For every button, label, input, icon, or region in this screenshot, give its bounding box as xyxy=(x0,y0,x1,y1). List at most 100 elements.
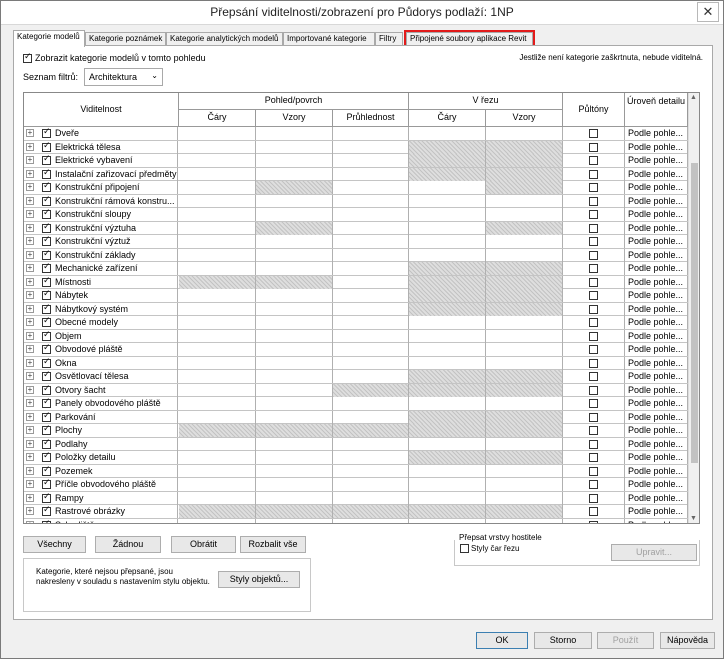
expand-plus-icon[interactable]: + xyxy=(26,196,34,205)
halftone-checkbox[interactable] xyxy=(589,345,598,354)
table-row[interactable]: + Pozemek Podle pohle... xyxy=(24,464,699,478)
override-cell[interactable] xyxy=(486,235,563,248)
table-row[interactable]: + Mechanické zařízení Podle pohle... xyxy=(24,262,699,276)
override-cell[interactable] xyxy=(409,194,486,208)
scroll-up-icon[interactable]: ▲ xyxy=(690,94,697,101)
table-row[interactable]: + Konstrukční sloupy Podle pohle... xyxy=(24,208,699,222)
detail-level-cell[interactable]: Podle pohle... xyxy=(625,370,688,383)
detail-level-cell[interactable]: Podle pohle... xyxy=(625,356,688,370)
override-cell[interactable] xyxy=(256,316,333,329)
override-cell[interactable] xyxy=(333,248,409,262)
override-cell[interactable] xyxy=(486,208,563,221)
override-cell[interactable] xyxy=(333,262,409,275)
category-name-cell[interactable]: + Příčle obvodového pláště xyxy=(24,478,178,491)
override-cell[interactable] xyxy=(179,194,256,208)
halftone-checkbox[interactable] xyxy=(589,520,598,523)
override-cell[interactable] xyxy=(179,302,256,316)
visibility-checkbox[interactable] xyxy=(42,195,51,206)
visibility-checkbox[interactable] xyxy=(42,451,51,462)
detail-level-cell[interactable]: Podle pohle... xyxy=(625,505,688,518)
detail-level-cell[interactable]: Podle pohle... xyxy=(625,181,688,194)
override-cell[interactable] xyxy=(179,316,256,329)
override-cell[interactable] xyxy=(333,356,409,370)
all-button[interactable]: Všechny xyxy=(23,536,86,553)
halftone-checkbox[interactable] xyxy=(589,169,598,179)
override-cell[interactable] xyxy=(179,167,256,181)
expand-plus-icon[interactable]: + xyxy=(26,439,34,448)
visibility-checkbox[interactable] xyxy=(42,127,51,138)
expand-plus-icon[interactable]: + xyxy=(26,372,34,380)
table-row[interactable]: + Konstrukční připojení Podle pohle... xyxy=(24,181,699,195)
halftone-checkbox[interactable] xyxy=(589,156,598,165)
table-row[interactable]: + Obvodové pláště Podle pohle... xyxy=(24,343,699,357)
halftone-checkbox[interactable] xyxy=(589,385,598,395)
override-cell[interactable] xyxy=(256,235,333,248)
override-cell[interactable] xyxy=(333,302,409,316)
override-cell[interactable] xyxy=(409,235,486,248)
category-name-cell[interactable]: + Elektrické vybavení xyxy=(24,154,178,167)
tab-imported-categories[interactable]: Importované kategorie xyxy=(283,32,375,46)
override-cell[interactable] xyxy=(486,478,563,491)
category-name-cell[interactable]: + Nábytek xyxy=(24,289,178,302)
override-cell[interactable] xyxy=(179,248,256,262)
table-row[interactable]: + Nábytkový systém Podle pohle... xyxy=(24,302,699,316)
halftone-checkbox[interactable] xyxy=(589,250,598,260)
override-cell[interactable] xyxy=(409,127,486,140)
halftone-checkbox[interactable] xyxy=(589,358,598,368)
override-cell[interactable] xyxy=(179,356,256,370)
visibility-checkbox[interactable] xyxy=(42,276,51,287)
detail-level-cell[interactable]: Podle pohle... xyxy=(625,302,688,316)
override-cell[interactable] xyxy=(179,154,256,167)
override-cell[interactable] xyxy=(333,194,409,208)
override-cell[interactable] xyxy=(333,275,409,289)
category-name-cell[interactable]: + Otvory šacht xyxy=(24,383,178,397)
override-cell[interactable] xyxy=(179,181,256,194)
override-cell[interactable] xyxy=(256,451,333,464)
visibility-checkbox[interactable] xyxy=(42,492,51,503)
halftone-checkbox[interactable] xyxy=(589,264,598,273)
halftone-checkbox[interactable] xyxy=(589,439,598,449)
override-cell[interactable] xyxy=(333,410,409,424)
filter-list-select[interactable]: Architektura ⌄ xyxy=(84,68,163,86)
visibility-checkbox[interactable] xyxy=(42,438,51,449)
table-row[interactable]: + Objem Podle pohle... xyxy=(24,329,699,343)
detail-level-cell[interactable]: Podle pohle... xyxy=(625,383,688,397)
override-cell[interactable] xyxy=(486,518,563,523)
table-row[interactable]: + Rastrové obrázky Podle pohle... xyxy=(24,505,699,519)
override-cell[interactable] xyxy=(256,464,333,478)
override-cell[interactable] xyxy=(179,329,256,343)
detail-level-cell[interactable]: Podle pohle... xyxy=(625,275,688,289)
tab-revit-links[interactable]: Připojené soubory aplikace Revit xyxy=(404,30,535,48)
override-cell[interactable] xyxy=(256,343,333,356)
detail-level-cell[interactable]: Podle pohle... xyxy=(625,127,688,140)
halftone-checkbox[interactable] xyxy=(589,372,598,381)
override-cell[interactable] xyxy=(179,289,256,302)
category-name-cell[interactable]: + Obvodové pláště xyxy=(24,343,178,356)
override-cell[interactable] xyxy=(179,127,256,140)
override-cell[interactable] xyxy=(409,208,486,221)
halftone-checkbox[interactable] xyxy=(589,412,598,422)
override-cell[interactable] xyxy=(256,397,333,410)
override-cell[interactable] xyxy=(486,491,563,505)
detail-level-cell[interactable]: Podle pohle... xyxy=(625,140,688,154)
visibility-checkbox[interactable] xyxy=(42,141,51,152)
expand-plus-icon[interactable]: + xyxy=(26,480,34,488)
table-row[interactable]: + Konstrukční základy Podle pohle... xyxy=(24,248,699,262)
halftone-checkbox[interactable] xyxy=(589,466,598,476)
header-proj-lines[interactable]: Čáry xyxy=(179,110,256,127)
override-cell[interactable] xyxy=(333,370,409,383)
halftone-checkbox[interactable] xyxy=(589,453,598,462)
tab-model-categories[interactable]: Kategorie modelů xyxy=(13,30,85,47)
override-cell[interactable] xyxy=(256,370,333,383)
override-cell[interactable] xyxy=(333,464,409,478)
halftone-checkbox[interactable] xyxy=(589,291,598,300)
visibility-checkbox[interactable] xyxy=(42,424,51,435)
override-cell[interactable] xyxy=(179,491,256,505)
halftone-checkbox[interactable] xyxy=(589,426,598,435)
category-name-cell[interactable]: + Pozemek xyxy=(24,464,178,478)
table-row[interactable]: + Dveře Podle pohle... xyxy=(24,127,699,141)
table-row[interactable]: + Parkování Podle pohle... xyxy=(24,410,699,424)
override-cell[interactable] xyxy=(333,181,409,194)
override-cell[interactable] xyxy=(256,437,333,451)
halftone-checkbox[interactable] xyxy=(589,223,598,233)
